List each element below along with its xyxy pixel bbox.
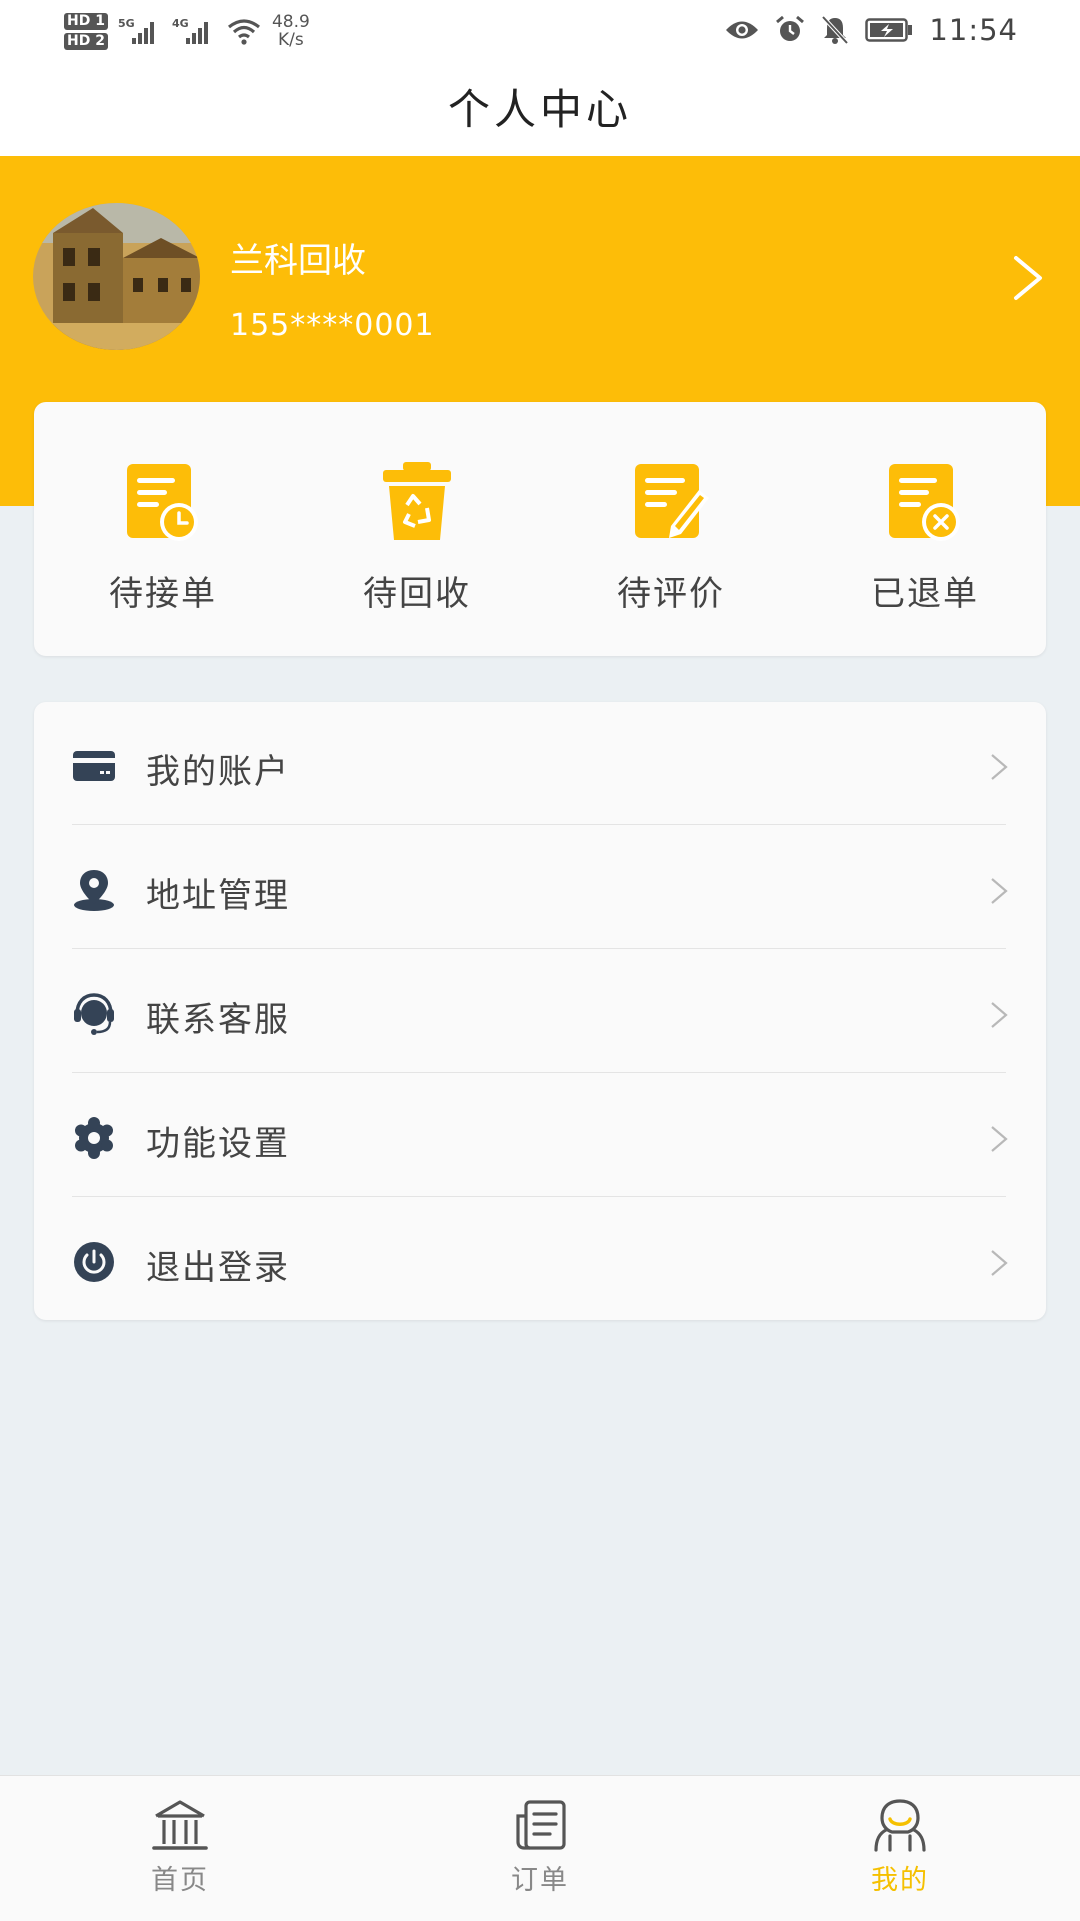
- tab-orders-label: 订单: [511, 1865, 569, 1896]
- chevron-right-icon: [991, 1126, 1008, 1152]
- menu-divider: [72, 948, 1006, 949]
- menu-divider: [72, 1072, 1006, 1073]
- sim-badges: HD 1 HD 2: [64, 12, 108, 50]
- mine-face-icon: [874, 1799, 926, 1852]
- status-right: 11:54: [725, 10, 1018, 50]
- order-pending-review-label: 待评价: [617, 574, 725, 614]
- menu-item-customer-service-label: 联系客服: [146, 1000, 290, 1040]
- chevron-right-icon: [991, 1250, 1008, 1276]
- order-cancelled-label: 已退单: [871, 574, 979, 614]
- clock: 11:54: [929, 13, 1018, 47]
- order-pending-recycle[interactable]: 待回收: [327, 460, 507, 615]
- sim2-badge: HD 2: [64, 32, 108, 50]
- net-speed: 48.9 K/s: [272, 13, 310, 49]
- menu-item-logout[interactable]: 退出登录: [34, 1198, 1046, 1322]
- avatar[interactable]: [33, 203, 200, 350]
- signal-5g-icon: 5G: [118, 17, 154, 44]
- user-phone: 155****0001: [230, 308, 435, 343]
- menu-item-account[interactable]: 我的账户: [34, 702, 1046, 826]
- bottom-tab-bar: 首页 订单 我的: [0, 1775, 1080, 1921]
- tab-home-label: 首页: [151, 1865, 209, 1896]
- svg-text:5G: 5G: [118, 17, 135, 30]
- order-pending-recycle-label: 待回收: [363, 574, 471, 614]
- tab-mine[interactable]: 我的: [800, 1776, 1000, 1921]
- net-speed-value: 48.9: [271, 12, 310, 32]
- menu-item-account-label: 我的账户: [146, 752, 290, 792]
- user-name: 兰科回收: [230, 241, 366, 281]
- page-title: 个人中心: [447, 85, 632, 134]
- battery-charging-icon: [865, 18, 913, 42]
- power-icon: [74, 1242, 114, 1282]
- order-pending-review[interactable]: 待评价: [581, 460, 761, 615]
- headset-icon: [74, 993, 114, 1035]
- alarm-icon: [776, 15, 805, 41]
- menu-divider: [72, 1196, 1006, 1197]
- status-left: HD 1 HD 2 5G 4G 48.9 K/s: [64, 6, 310, 56]
- recycle-bin-icon: [383, 462, 451, 540]
- gear-icon: [75, 1117, 113, 1159]
- tab-home[interactable]: 首页: [80, 1776, 280, 1921]
- menu-item-settings-label: 功能设置: [146, 1124, 290, 1164]
- chevron-right-icon[interactable]: [1008, 254, 1048, 302]
- menu-item-address[interactable]: 地址管理: [34, 826, 1046, 950]
- sim1-badge: HD 1: [64, 12, 108, 30]
- status-bar: HD 1 HD 2 5G 4G 48.9 K/s 11:54: [0, 0, 1080, 60]
- page-header: 个人中心: [0, 60, 1080, 156]
- order-cancelled[interactable]: 已退单: [835, 460, 1015, 615]
- order-pending-accept-label: 待接单: [109, 574, 217, 614]
- chevron-right-icon: [991, 878, 1008, 904]
- chevron-right-icon: [991, 1002, 1008, 1028]
- order-list-icon: [516, 1800, 566, 1850]
- tab-mine-label: 我的: [871, 1865, 929, 1896]
- menu-item-address-label: 地址管理: [146, 876, 290, 916]
- home-bank-icon: [152, 1800, 208, 1850]
- wifi-icon: [227, 19, 260, 45]
- tab-orders[interactable]: 订单: [440, 1776, 640, 1921]
- net-speed-unit: K/s: [278, 30, 304, 50]
- avatar-image: [33, 203, 200, 350]
- menu-item-customer-service[interactable]: 联系客服: [34, 950, 1046, 1074]
- chevron-right-icon: [991, 754, 1008, 780]
- signal-4g-icon: 4G: [172, 17, 208, 44]
- menu-item-logout-label: 退出登录: [146, 1248, 290, 1288]
- svg-text:4G: 4G: [172, 17, 189, 30]
- menu-divider: [72, 824, 1006, 825]
- card-icon: [73, 751, 115, 781]
- review-edit-icon: [635, 464, 709, 538]
- location-pin-icon: [74, 870, 114, 911]
- menu-item-settings[interactable]: 功能设置: [34, 1074, 1046, 1198]
- order-pending-accept[interactable]: 待接单: [73, 460, 253, 615]
- order-pending-clock-icon: [127, 464, 198, 541]
- order-status-card: 待接单 待回收 待评价 已退单: [34, 402, 1046, 656]
- settings-menu-card: 我的账户 地址管理 联系客服 功能设置 退出登录: [34, 702, 1046, 1320]
- order-cancelled-icon: [889, 464, 960, 541]
- mute-bell-icon: [821, 15, 849, 45]
- eye-icon: [726, 21, 759, 39]
